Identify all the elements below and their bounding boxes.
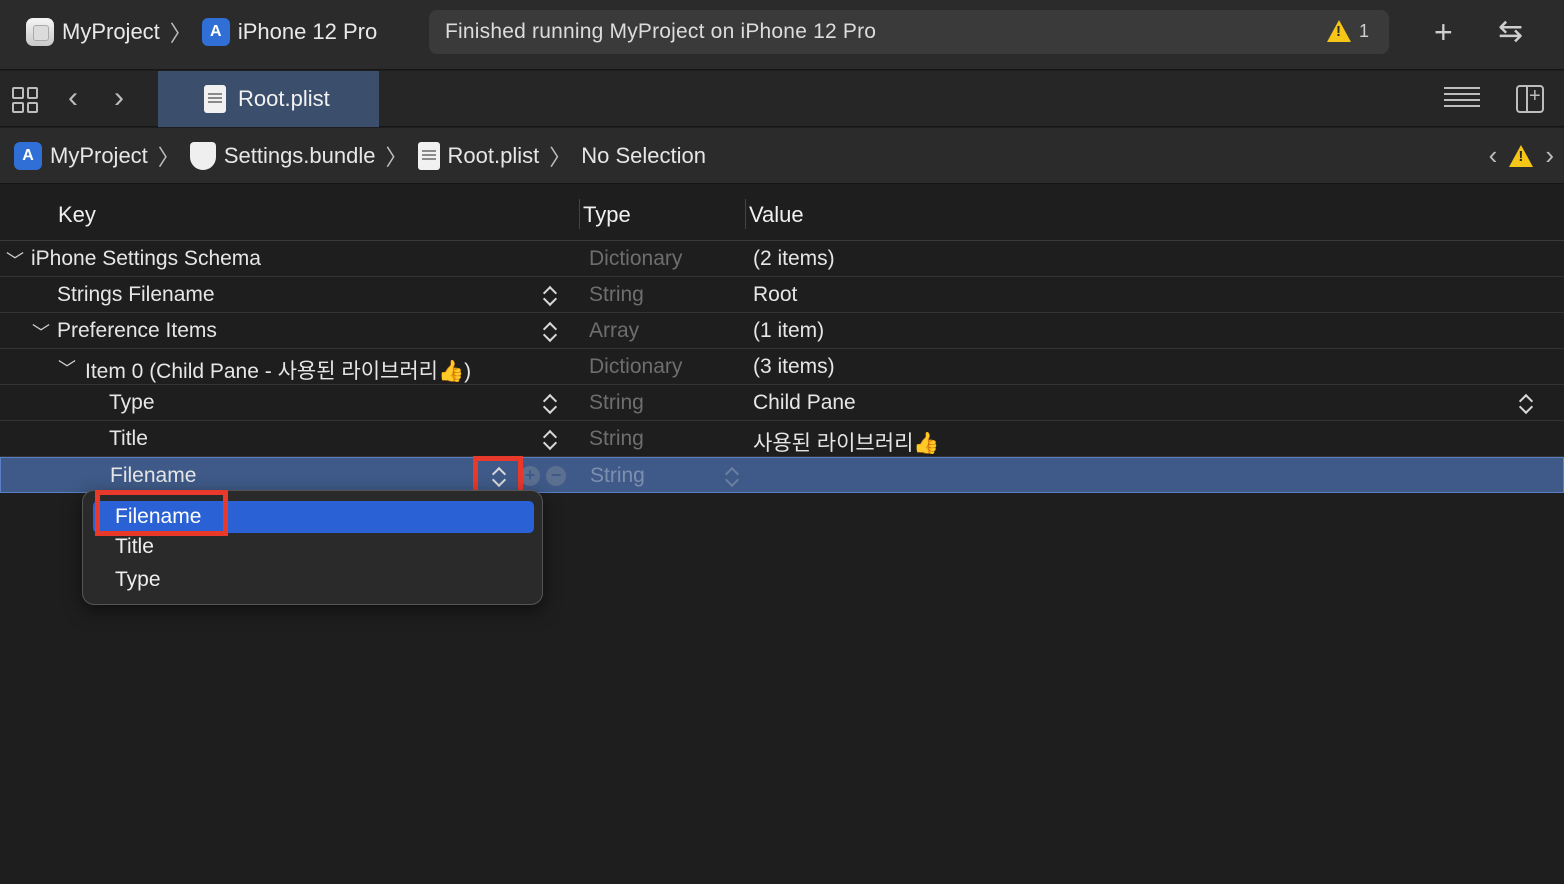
device-simulator-icon: A — [201, 18, 230, 46]
row-value[interactable]: 사용된 라이브러리👍 — [753, 427, 940, 457]
key-stepper-icon[interactable] — [541, 317, 559, 345]
key-stepper-icon[interactable] — [541, 425, 559, 453]
key-stepper-icon[interactable] — [541, 281, 559, 309]
chevron-right-icon: 〉 — [169, 21, 192, 46]
jump-bar: A MyProject 〉 Settings.bundle 〉 Root.pli… — [0, 128, 1564, 184]
window-toolbar: MyProject 〉 A iPhone 12 Pro Finished run… — [0, 0, 1564, 70]
table-row-selected[interactable]: Filename + − String — [0, 457, 1564, 493]
column-divider[interactable] — [745, 199, 746, 229]
row-value[interactable]: Child Pane — [753, 391, 856, 415]
table-row[interactable]: Title String 사용된 라이브러리👍 — [0, 421, 1564, 457]
row-value: (3 items) — [753, 355, 835, 378]
table-row[interactable]: Type String Child Pane — [0, 385, 1564, 421]
plist-file-icon — [204, 85, 226, 113]
column-header-key[interactable]: Key — [58, 202, 96, 228]
issue-navigator-controls: ‹ › — [1489, 140, 1554, 171]
row-type: Array — [589, 319, 640, 342]
row-key: Strings Filename — [57, 283, 215, 306]
warning-count: 1 — [1358, 20, 1369, 41]
project-icon: A — [14, 142, 42, 170]
table-row[interactable]: Strings Filename String Root — [0, 277, 1564, 313]
breadcrumb: A MyProject 〉 Settings.bundle 〉 Root.pli… — [14, 140, 706, 172]
chevron-right-icon: 〉 — [549, 145, 572, 170]
add-editor-split-icon[interactable] — [1516, 85, 1544, 113]
key-stepper-icon[interactable] — [541, 389, 559, 417]
row-type[interactable]: String — [590, 464, 645, 488]
row-type: String — [589, 283, 644, 306]
warning-icon — [1326, 20, 1351, 42]
scheme-device-name: iPhone 12 Pro — [237, 19, 378, 44]
chevron-right-icon: 〉 — [385, 145, 408, 170]
column-divider[interactable] — [579, 199, 580, 229]
remove-row-icon[interactable]: − — [546, 466, 566, 486]
menu-item-type[interactable]: Type — [93, 564, 534, 596]
table-header: Key Type Value — [0, 185, 1564, 241]
forward-button[interactable]: › — [114, 81, 124, 115]
related-items-grid-icon[interactable] — [12, 87, 38, 113]
back-button[interactable]: ‹ — [68, 81, 78, 115]
table-row[interactable]: ﹀ Preference Items Array (1 item) — [0, 313, 1564, 349]
row-key[interactable]: Filename — [110, 464, 196, 488]
row-key: Preference Items — [57, 319, 217, 342]
row-key: Item 0 (Child Pane - 사용된 라이브러리👍) — [85, 360, 472, 383]
disclosure-expanded-icon[interactable]: ﹀ — [32, 319, 50, 345]
breadcrumb-selection[interactable]: No Selection — [581, 143, 706, 169]
row-type: Dictionary — [589, 247, 683, 270]
scheme-app-name: MyProject — [62, 19, 160, 44]
row-key: Type — [109, 391, 155, 414]
row-key: iPhone Settings Schema — [31, 247, 261, 270]
chevron-right-icon: 〉 — [157, 145, 180, 170]
column-header-type[interactable]: Type — [583, 202, 631, 228]
status-text: Finished running MyProject on iPhone 12 … — [445, 20, 877, 43]
editor-options-icon[interactable] — [1444, 87, 1480, 111]
row-value: (1 item) — [753, 319, 825, 342]
type-stepper-icon[interactable] — [723, 462, 741, 490]
row-type: Dictionary — [589, 355, 683, 378]
breadcrumb-file[interactable]: Root.plist — [448, 143, 540, 169]
disclosure-expanded-icon[interactable]: ﹀ — [58, 355, 76, 381]
activity-status-bar[interactable]: Finished running MyProject on iPhone 12 … — [429, 10, 1389, 54]
disclosure-expanded-icon[interactable]: ﹀ — [6, 247, 24, 273]
code-review-toggle-icon[interactable]: ⇆ — [1498, 14, 1523, 50]
row-type: String — [589, 391, 644, 414]
column-header-value[interactable]: Value — [749, 202, 804, 228]
editor-tab-bar: ‹ › Root.plist — [0, 71, 1564, 127]
tab-label: Root.plist — [238, 86, 330, 111]
warning-badge[interactable]: 1 — [1326, 20, 1369, 42]
add-row-icon[interactable]: + — [520, 466, 540, 486]
table-row[interactable]: ﹀ Item 0 (Child Pane - 사용된 라이브러리👍) Dicti… — [0, 349, 1564, 385]
annotation-highlight-option — [95, 490, 228, 536]
scheme-selector[interactable]: MyProject 〉 A iPhone 12 Pro — [26, 16, 377, 48]
tab-root-plist[interactable]: Root.plist — [158, 71, 379, 127]
previous-issue-button[interactable]: ‹ — [1489, 140, 1498, 171]
next-issue-button[interactable]: › — [1545, 140, 1554, 171]
settings-bundle-icon — [189, 142, 216, 170]
row-value[interactable]: Root — [753, 283, 797, 307]
row-value: (2 items) — [753, 247, 835, 270]
breadcrumb-project[interactable]: MyProject — [50, 143, 148, 169]
app-target-icon — [26, 18, 54, 46]
breadcrumb-bundle[interactable]: Settings.bundle — [224, 143, 376, 169]
add-library-button[interactable]: + — [1434, 14, 1453, 50]
row-key: Title — [109, 427, 148, 450]
row-type: String — [589, 427, 644, 450]
table-row[interactable]: ﹀ iPhone Settings Schema Dictionary (2 i… — [0, 241, 1564, 277]
warning-icon[interactable] — [1509, 144, 1534, 167]
plist-file-icon — [417, 142, 440, 170]
value-stepper-icon[interactable] — [1517, 389, 1535, 417]
